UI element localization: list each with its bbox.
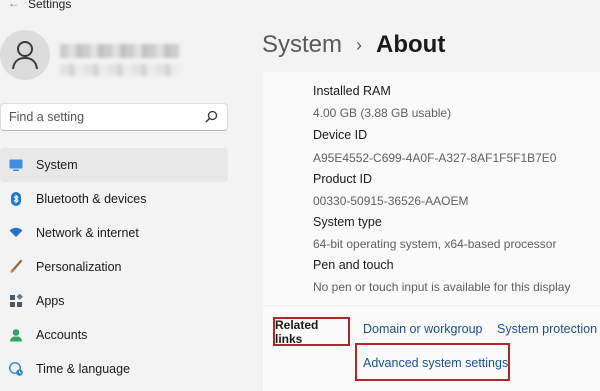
spec-label: Pen and touch — [313, 258, 394, 272]
sidebar-item-bluetooth[interactable]: Bluetooth & devices — [0, 182, 228, 216]
system-protection-link[interactable]: System protection — [497, 322, 597, 336]
sidebar-item-accounts[interactable]: Accounts — [0, 318, 228, 352]
globe-clock-icon — [9, 362, 23, 376]
spec-label: System type — [313, 215, 382, 229]
spec-label: Product ID — [313, 172, 373, 186]
sidebar-item-apps[interactable]: Apps — [0, 284, 228, 318]
nav-list: System Bluetooth & devices Network & int… — [0, 148, 228, 386]
device-specifications-card: Installed RAM 4.00 GB (3.88 GB usable) D… — [263, 72, 600, 305]
accounts-icon — [10, 329, 22, 342]
sidebar-item-label: Network & internet — [36, 226, 139, 240]
bluetooth-icon — [11, 192, 21, 206]
spec-value: 4.00 GB (3.88 GB usable) — [313, 106, 452, 120]
sidebar-item-label: Bluetooth & devices — [36, 192, 147, 206]
spec-label: Installed RAM — [313, 84, 391, 98]
spec-value: 64-bit operating system, x64-based proce… — [313, 237, 557, 251]
search-box[interactable] — [0, 103, 228, 131]
sidebar: System Bluetooth & devices Network & int… — [0, 14, 232, 391]
sidebar-item-label: Apps — [36, 294, 65, 308]
related-links-label: Related links — [273, 317, 350, 346]
sidebar-item-personalization[interactable]: Personalization — [0, 250, 228, 284]
search-icon[interactable] — [205, 110, 218, 123]
brush-icon — [10, 260, 23, 273]
avatar[interactable] — [0, 30, 50, 80]
sidebar-item-label: Personalization — [36, 260, 122, 274]
sidebar-item-label: System — [36, 158, 78, 172]
wifi-icon — [9, 227, 23, 237]
related-links-bar: Related links Domain or workgroup System… — [263, 307, 600, 391]
system-icon — [9, 159, 23, 171]
breadcrumb-parent[interactable]: System — [262, 31, 342, 59]
page-title: System › About — [262, 31, 445, 59]
breadcrumb-current: About — [376, 31, 446, 58]
advanced-system-settings-link[interactable]: Advanced system settings — [363, 356, 508, 370]
sidebar-item-label: Accounts — [36, 328, 88, 342]
spec-value: A95E4552-C699-4A0F-A327-8AF1F5F1B7E0 — [313, 151, 557, 165]
back-arrow-icon[interactable]: ← — [8, 0, 20, 10]
sidebar-item-network[interactable]: Network & internet — [0, 216, 228, 250]
spec-value: 00330-50915-36526-AAOEM — [313, 194, 469, 208]
title-bar: ← Settings — [0, 0, 600, 14]
sidebar-item-time-language[interactable]: Time & language — [0, 352, 228, 386]
domain-or-workgroup-link[interactable]: Domain or workgroup — [363, 322, 483, 336]
search-input[interactable] — [9, 108, 199, 126]
spec-label: Device ID — [313, 128, 368, 142]
sidebar-item-system[interactable]: System — [0, 148, 228, 182]
user-icon — [12, 41, 38, 70]
app-title: Settings — [28, 0, 72, 11]
user-name-redacted — [60, 44, 180, 58]
spec-value: No pen or touch input is available for t… — [313, 280, 571, 294]
chevron-right-icon: › — [356, 34, 363, 55]
user-email-redacted — [60, 64, 180, 76]
sidebar-item-label: Time & language — [36, 362, 131, 376]
apps-icon — [10, 294, 23, 307]
